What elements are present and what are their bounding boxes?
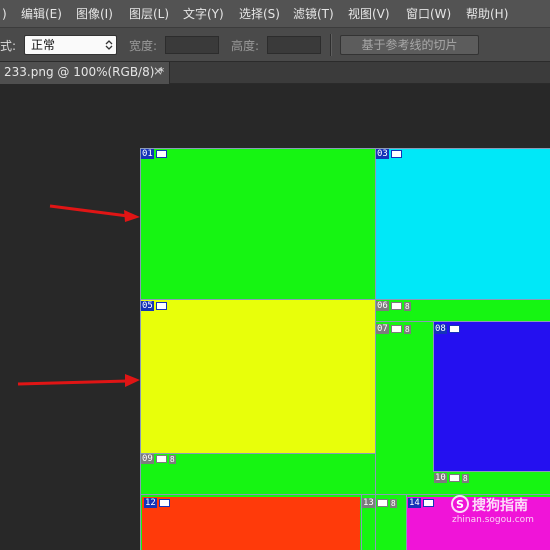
watermark: S 搜狗指南 zhinan.sogou.com xyxy=(450,494,550,528)
annotation-arrows xyxy=(17,204,140,387)
watermark-text: 搜狗指南 xyxy=(472,498,528,514)
arrow-icon xyxy=(17,374,140,387)
svg-text:S: S xyxy=(456,498,464,511)
arrow-icon xyxy=(49,204,140,222)
sogou-logo-icon: S xyxy=(451,495,469,513)
watermark-url: zhinan.sogou.com xyxy=(452,515,534,525)
